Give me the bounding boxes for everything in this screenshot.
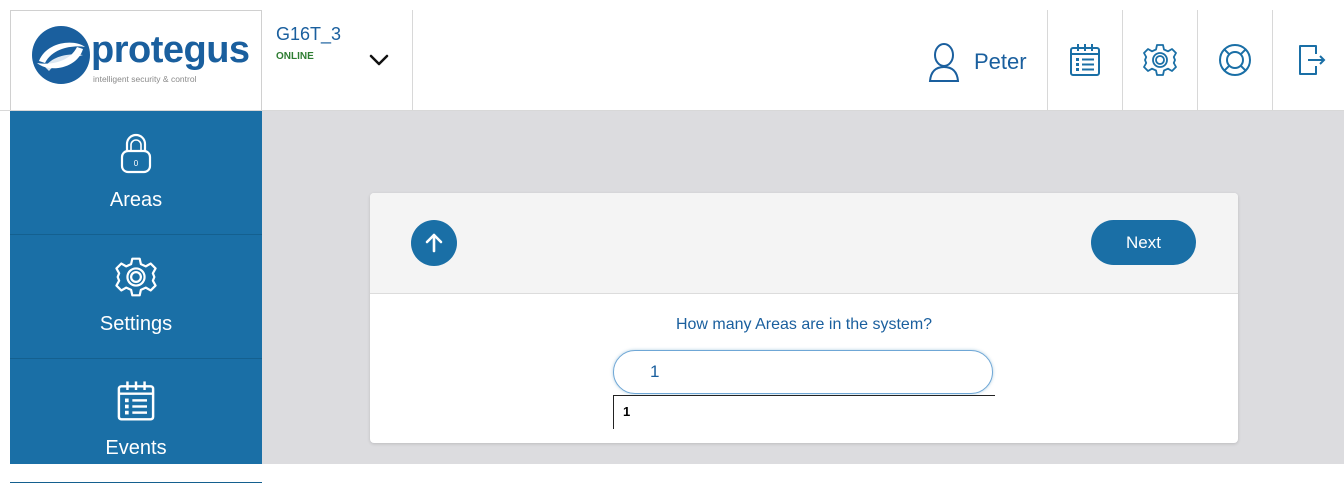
svg-text:0: 0 (134, 159, 139, 168)
dropdown-option[interactable]: 1 (623, 404, 630, 419)
next-button[interactable]: Next (1091, 220, 1196, 265)
arrow-up-icon (425, 233, 443, 253)
app-header: protegus intelligent security & control … (0, 0, 1344, 111)
device-name: G16T_3 (276, 24, 342, 44)
back-button[interactable] (411, 220, 457, 266)
device-selector[interactable]: G16T_3 ONLINE (262, 10, 413, 110)
areas-count-input[interactable] (613, 350, 993, 394)
logout-icon (1299, 45, 1326, 75)
device-status: ONLINE (276, 51, 314, 62)
logout-header-button[interactable] (1272, 10, 1344, 110)
calendar-list-icon (1070, 44, 1100, 76)
chevron-down-icon[interactable] (368, 52, 390, 68)
areas-count-dropdown[interactable]: 1 (613, 395, 995, 429)
sidebar-item-label: Events (105, 437, 167, 459)
events-header-button[interactable] (1047, 10, 1122, 110)
sidebar-item-label: Settings (99, 313, 173, 335)
user-name: Peter (974, 49, 1027, 74)
brand-name: protegus (91, 29, 250, 71)
help-header-button[interactable] (1197, 10, 1272, 110)
sidebar-item-events[interactable]: Events (10, 359, 262, 483)
calendar-list-icon (117, 381, 155, 421)
sidebar-item-settings[interactable]: Settings (10, 235, 262, 359)
sidebar: 0 Areas Settings Events (10, 111, 262, 483)
wizard-card: Next How many Areas are in the system? 1 (370, 193, 1238, 443)
question-label: How many Areas are in the system? (675, 316, 933, 333)
sidebar-item-areas[interactable]: 0 Areas (10, 111, 262, 235)
gear-icon (115, 257, 157, 297)
wizard-toolbar: Next (370, 193, 1238, 294)
brand-logo[interactable]: protegus intelligent security & control (10, 10, 262, 110)
user-icon (928, 43, 960, 82)
sidebar-item-label: Areas (109, 189, 163, 211)
user-menu[interactable]: Peter (928, 40, 1027, 84)
lifebuoy-icon (1219, 44, 1251, 76)
padlock-icon: 0 (120, 133, 152, 174)
brand-tagline: intelligent security & control (93, 74, 197, 84)
gear-icon (1143, 44, 1177, 76)
protegus-logo-icon (32, 26, 90, 84)
settings-header-button[interactable] (1122, 10, 1197, 110)
